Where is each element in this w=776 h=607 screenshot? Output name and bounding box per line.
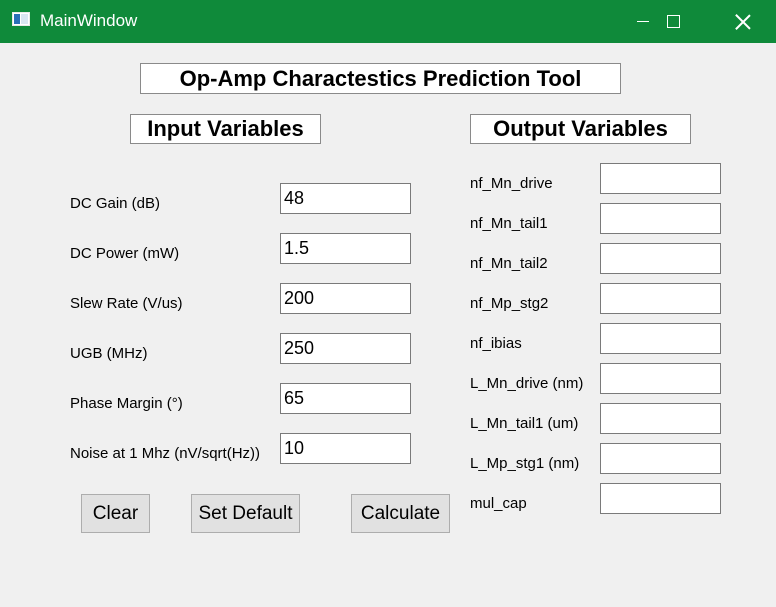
mul-cap-output[interactable] <box>600 483 721 514</box>
dc-power-label: DC Power (mW) <box>70 245 180 262</box>
dc-power-input[interactable]: 1.5 <box>280 233 411 264</box>
title-bar: MainWindow <box>0 0 776 43</box>
nf-mn-tail1-label: nf_Mn_tail1 <box>470 215 548 232</box>
nf-mn-tail1-output[interactable] <box>600 203 721 234</box>
app-window-icon <box>12 12 30 26</box>
dc-gain-label: DC Gain (dB) <box>70 195 161 212</box>
nf-mn-tail2-output[interactable] <box>600 243 721 274</box>
close-icon <box>735 14 751 30</box>
ugb-input[interactable]: 250 <box>280 333 411 364</box>
l-mn-tail1-output[interactable] <box>600 403 721 434</box>
nf-mn-drive-output[interactable] <box>600 163 721 194</box>
nf-mp-stg2-output[interactable] <box>600 283 721 314</box>
ugb-label: UGB (MHz) <box>70 345 148 362</box>
phase-margin-input[interactable]: 65 <box>280 383 411 414</box>
slew-rate-label: Slew Rate (V/us) <box>70 295 183 312</box>
maximize-icon <box>666 15 680 28</box>
noise-label: Noise at 1 Mhz (nV/sqrt(Hz)) <box>70 445 261 462</box>
minimize-icon <box>637 21 649 22</box>
l-mn-drive-label: L_Mn_drive (nm) <box>470 375 584 392</box>
nf-mn-tail2-label: nf_Mn_tail2 <box>470 255 548 272</box>
phase-margin-label: Phase Margin (°) <box>70 395 183 412</box>
nf-ibias-label: nf_ibias <box>470 335 522 352</box>
l-mn-tail1-label: L_Mn_tail1 (um) <box>470 415 579 432</box>
calculate-button[interactable]: Calculate <box>351 494 450 533</box>
maximize-button[interactable] <box>650 0 696 43</box>
l-mp-stg1-label: L_Mp_stg1 (nm) <box>470 455 580 472</box>
close-button[interactable] <box>720 0 766 43</box>
noise-input[interactable]: 10 <box>280 433 411 464</box>
mul-cap-label: mul_cap <box>470 495 527 512</box>
page-title: Op-Amp Charactestics Prediction Tool <box>140 63 621 94</box>
input-variables-title: Input Variables <box>130 114 321 144</box>
clear-button[interactable]: Clear <box>81 494 150 533</box>
nf-mn-drive-label: nf_Mn_drive <box>470 175 553 192</box>
set-default-button[interactable]: Set Default <box>191 494 300 533</box>
dc-gain-input[interactable]: 48 <box>280 183 411 214</box>
l-mn-drive-output[interactable] <box>600 363 721 394</box>
output-variables-title: Output Variables <box>470 114 691 144</box>
nf-mp-stg2-label: nf_Mp_stg2 <box>470 295 549 312</box>
nf-ibias-output[interactable] <box>600 323 721 354</box>
l-mp-stg1-output[interactable] <box>600 443 721 474</box>
window-title: MainWindow <box>40 11 138 30</box>
slew-rate-input[interactable]: 200 <box>280 283 411 314</box>
